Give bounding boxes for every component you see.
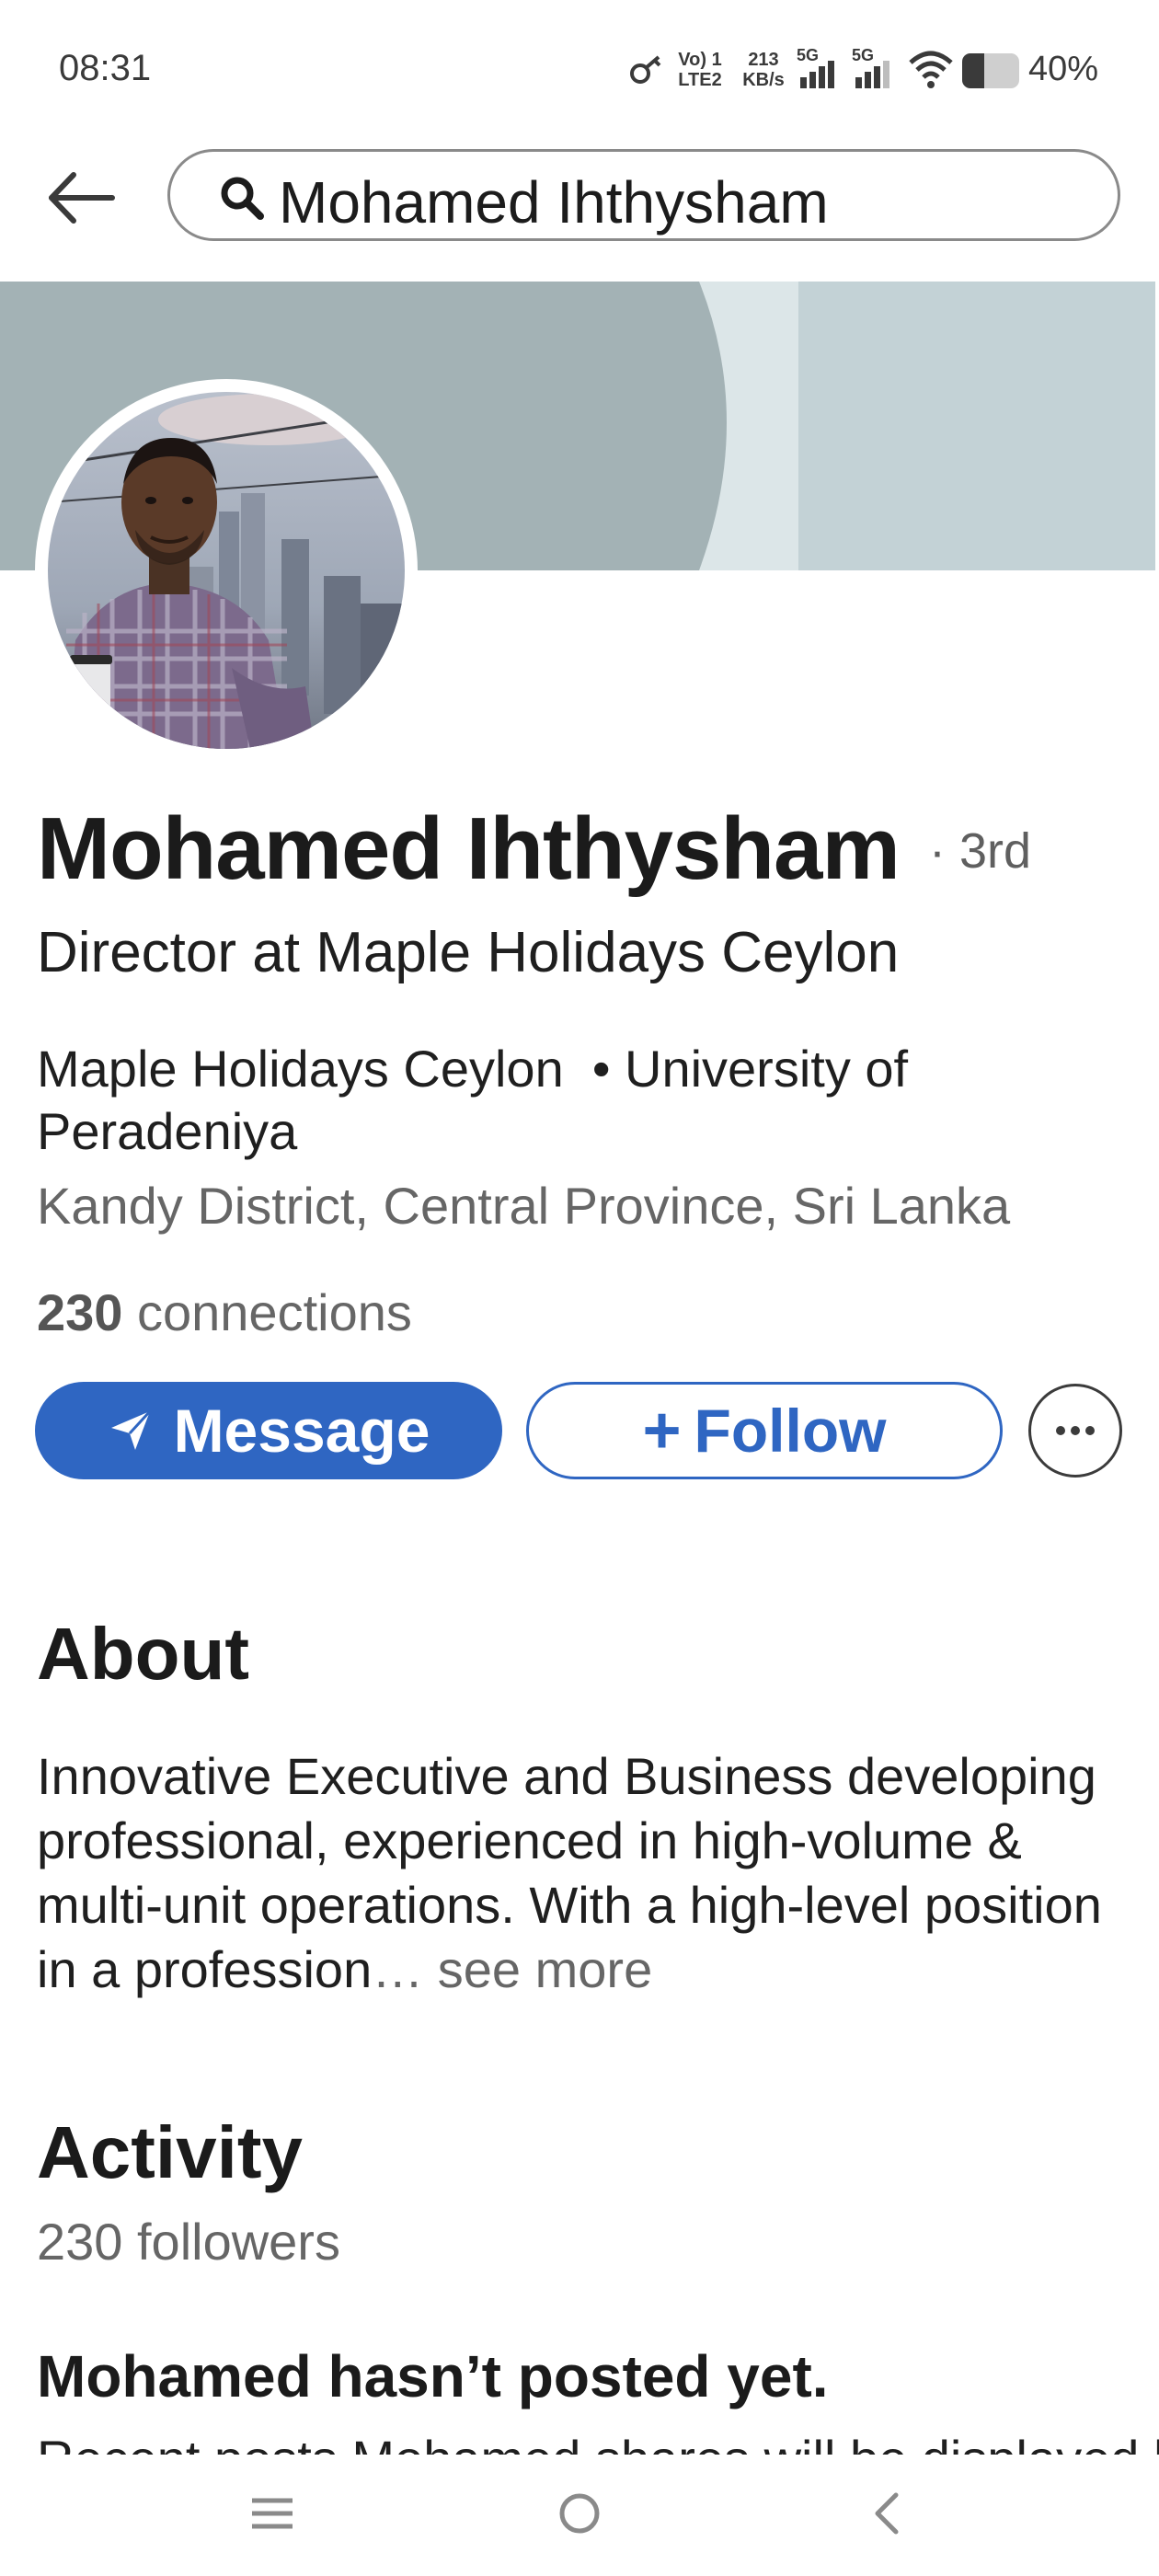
plus-icon: +	[642, 1394, 682, 1467]
message-label: Message	[173, 1397, 430, 1465]
status-bar: 08:31 Vo) 1 LTE2 213 KB/s 5G 5G 40%	[0, 0, 1159, 138]
recent-apps-button[interactable]	[226, 2477, 318, 2550]
about-summary: Innovative Executive and Business develo…	[37, 1744, 1131, 2002]
menu-icon	[252, 2498, 293, 2529]
connections-count[interactable]: 230 connections	[37, 1282, 412, 1342]
follow-button[interactable]: + Follow	[526, 1382, 1003, 1479]
no-posts-description: Recent posts Mohamed shares will be disp…	[37, 2429, 1159, 2455]
profile-avatar[interactable]	[35, 379, 418, 762]
connections-number: 230	[37, 1283, 123, 1341]
search-icon	[221, 177, 264, 220]
profile-headline: Director at Maple Holidays Ceylon	[37, 921, 900, 984]
volte-indicator: Vo) 1 LTE2	[678, 50, 722, 90]
education-rest[interactable]: Peradeniya	[37, 1102, 297, 1160]
system-back-button[interactable]	[841, 2477, 933, 2550]
activity-heading: Activity	[37, 2111, 303, 2193]
connection-degree: · 3rd	[929, 823, 1032, 879]
profile-name: Mohamed Ihthysham	[37, 799, 901, 898]
see-more-link[interactable]: … see more	[372, 1940, 652, 1998]
about-heading: About	[37, 1613, 250, 1695]
back-arrow-icon	[49, 172, 115, 224]
back-button[interactable]	[42, 166, 121, 230]
search-input[interactable]: Mohamed Ihthysham	[167, 149, 1120, 241]
current-company[interactable]: Maple Holidays Ceylon	[37, 1040, 564, 1098]
profile-location: Kandy District, Central Province, Sri La…	[37, 1177, 1011, 1235]
followers-count: 230 followers	[37, 2213, 340, 2271]
back-nav-icon	[875, 2492, 899, 2535]
more-icon	[1056, 1426, 1095, 1435]
connections-label: connections	[137, 1283, 412, 1341]
wifi-icon	[909, 51, 953, 88]
battery-percent: 40%	[1028, 50, 1099, 88]
no-posts-description-wrap: Recent posts Mohamed shares will be disp…	[0, 2429, 1159, 2455]
search-query: Mohamed Ihthysham	[279, 169, 829, 236]
home-icon	[559, 2493, 600, 2534]
signal-icon: 5G	[797, 46, 848, 92]
no-posts-title: Mohamed hasn’t posted yet.	[37, 2343, 829, 2409]
system-nav-bar	[0, 2455, 1159, 2576]
profile-photo	[48, 392, 405, 749]
more-actions-button[interactable]	[1028, 1384, 1122, 1478]
follow-label: Follow	[694, 1397, 887, 1465]
link-icon	[630, 55, 661, 84]
status-time: 08:31	[59, 48, 152, 88]
education-prefix[interactable]: • University of	[592, 1040, 908, 1098]
signal-icon: 5G	[852, 46, 903, 92]
home-button[interactable]	[534, 2477, 625, 2550]
battery-icon	[962, 53, 1019, 88]
message-button[interactable]: Message	[35, 1382, 502, 1479]
company-education: Maple Holidays Ceylon • University of Pe…	[37, 1038, 1113, 1163]
network-speed: 213 KB/s	[742, 50, 785, 90]
send-icon	[110, 1409, 151, 1450]
